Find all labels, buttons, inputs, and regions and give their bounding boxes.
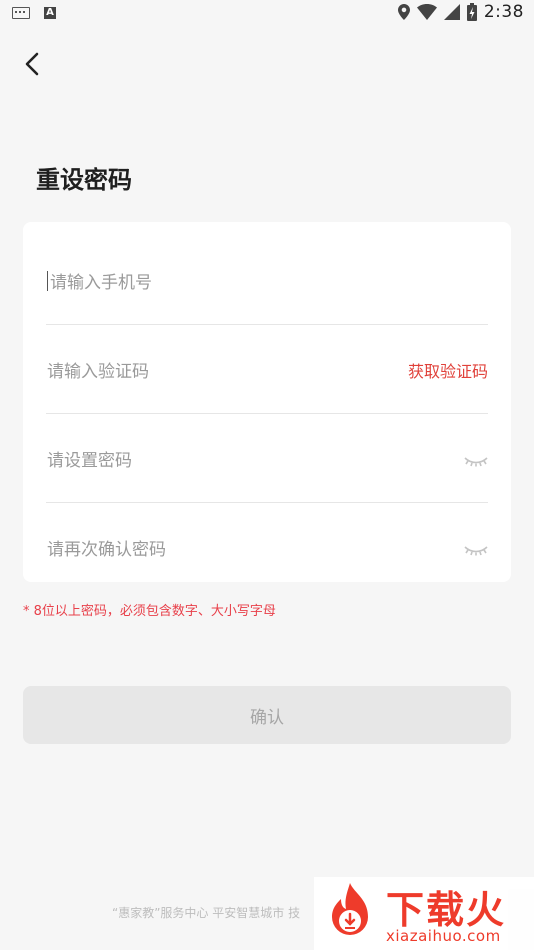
watermark-title: 下载火 [386,888,507,932]
verification-code-field[interactable]: 请输入验证码 获取验证码 [46,325,488,414]
battery-icon [466,3,477,21]
confirm-button[interactable]: 确认 [23,686,511,744]
flame-logo-icon [332,883,368,935]
chevron-left-icon [25,52,39,76]
confirm-password-field[interactable]: 请再次确认密码 [46,503,488,592]
status-right: 2:38 [397,2,524,22]
get-code-button[interactable]: 获取验证码 [408,325,488,414]
footer-text: “惠家教”服务中心 平安智慧城市 技 [112,906,301,920]
location-icon [397,4,410,20]
back-button[interactable] [14,46,50,82]
status-time: 2:38 [483,2,524,22]
signal-icon [443,4,460,20]
phone-field[interactable]: 请输入手机号 [46,236,488,325]
wifi-icon [416,4,437,20]
confirm-password-placeholder: 请再次确认密码 [47,540,166,560]
status-bar: A 2:38 [0,0,534,28]
password-rule-hint: * 8位以上密码，必须包含数字、大小写字母 [23,604,276,619]
app-notification-icon: A [44,7,56,19]
text-cursor [47,270,48,291]
code-placeholder: 请输入验证码 [47,362,149,382]
reset-password-form: 请输入手机号 请输入验证码 获取验证码 请设置密码 请再次确认密码 [23,222,511,582]
password-field[interactable]: 请设置密码 [46,414,488,503]
page-title: 重设密码 [36,166,132,194]
phone-placeholder: 请输入手机号 [50,273,152,293]
keyboard-icon [12,7,30,19]
watermark: 下载火 xiazaihuo.com [314,877,534,950]
eye-closed-icon[interactable] [464,456,488,467]
password-placeholder: 请设置密码 [47,451,132,471]
status-left: A [12,7,56,19]
eye-closed-icon[interactable] [464,545,488,556]
watermark-domain: xiazaihuo.com [386,927,501,945]
